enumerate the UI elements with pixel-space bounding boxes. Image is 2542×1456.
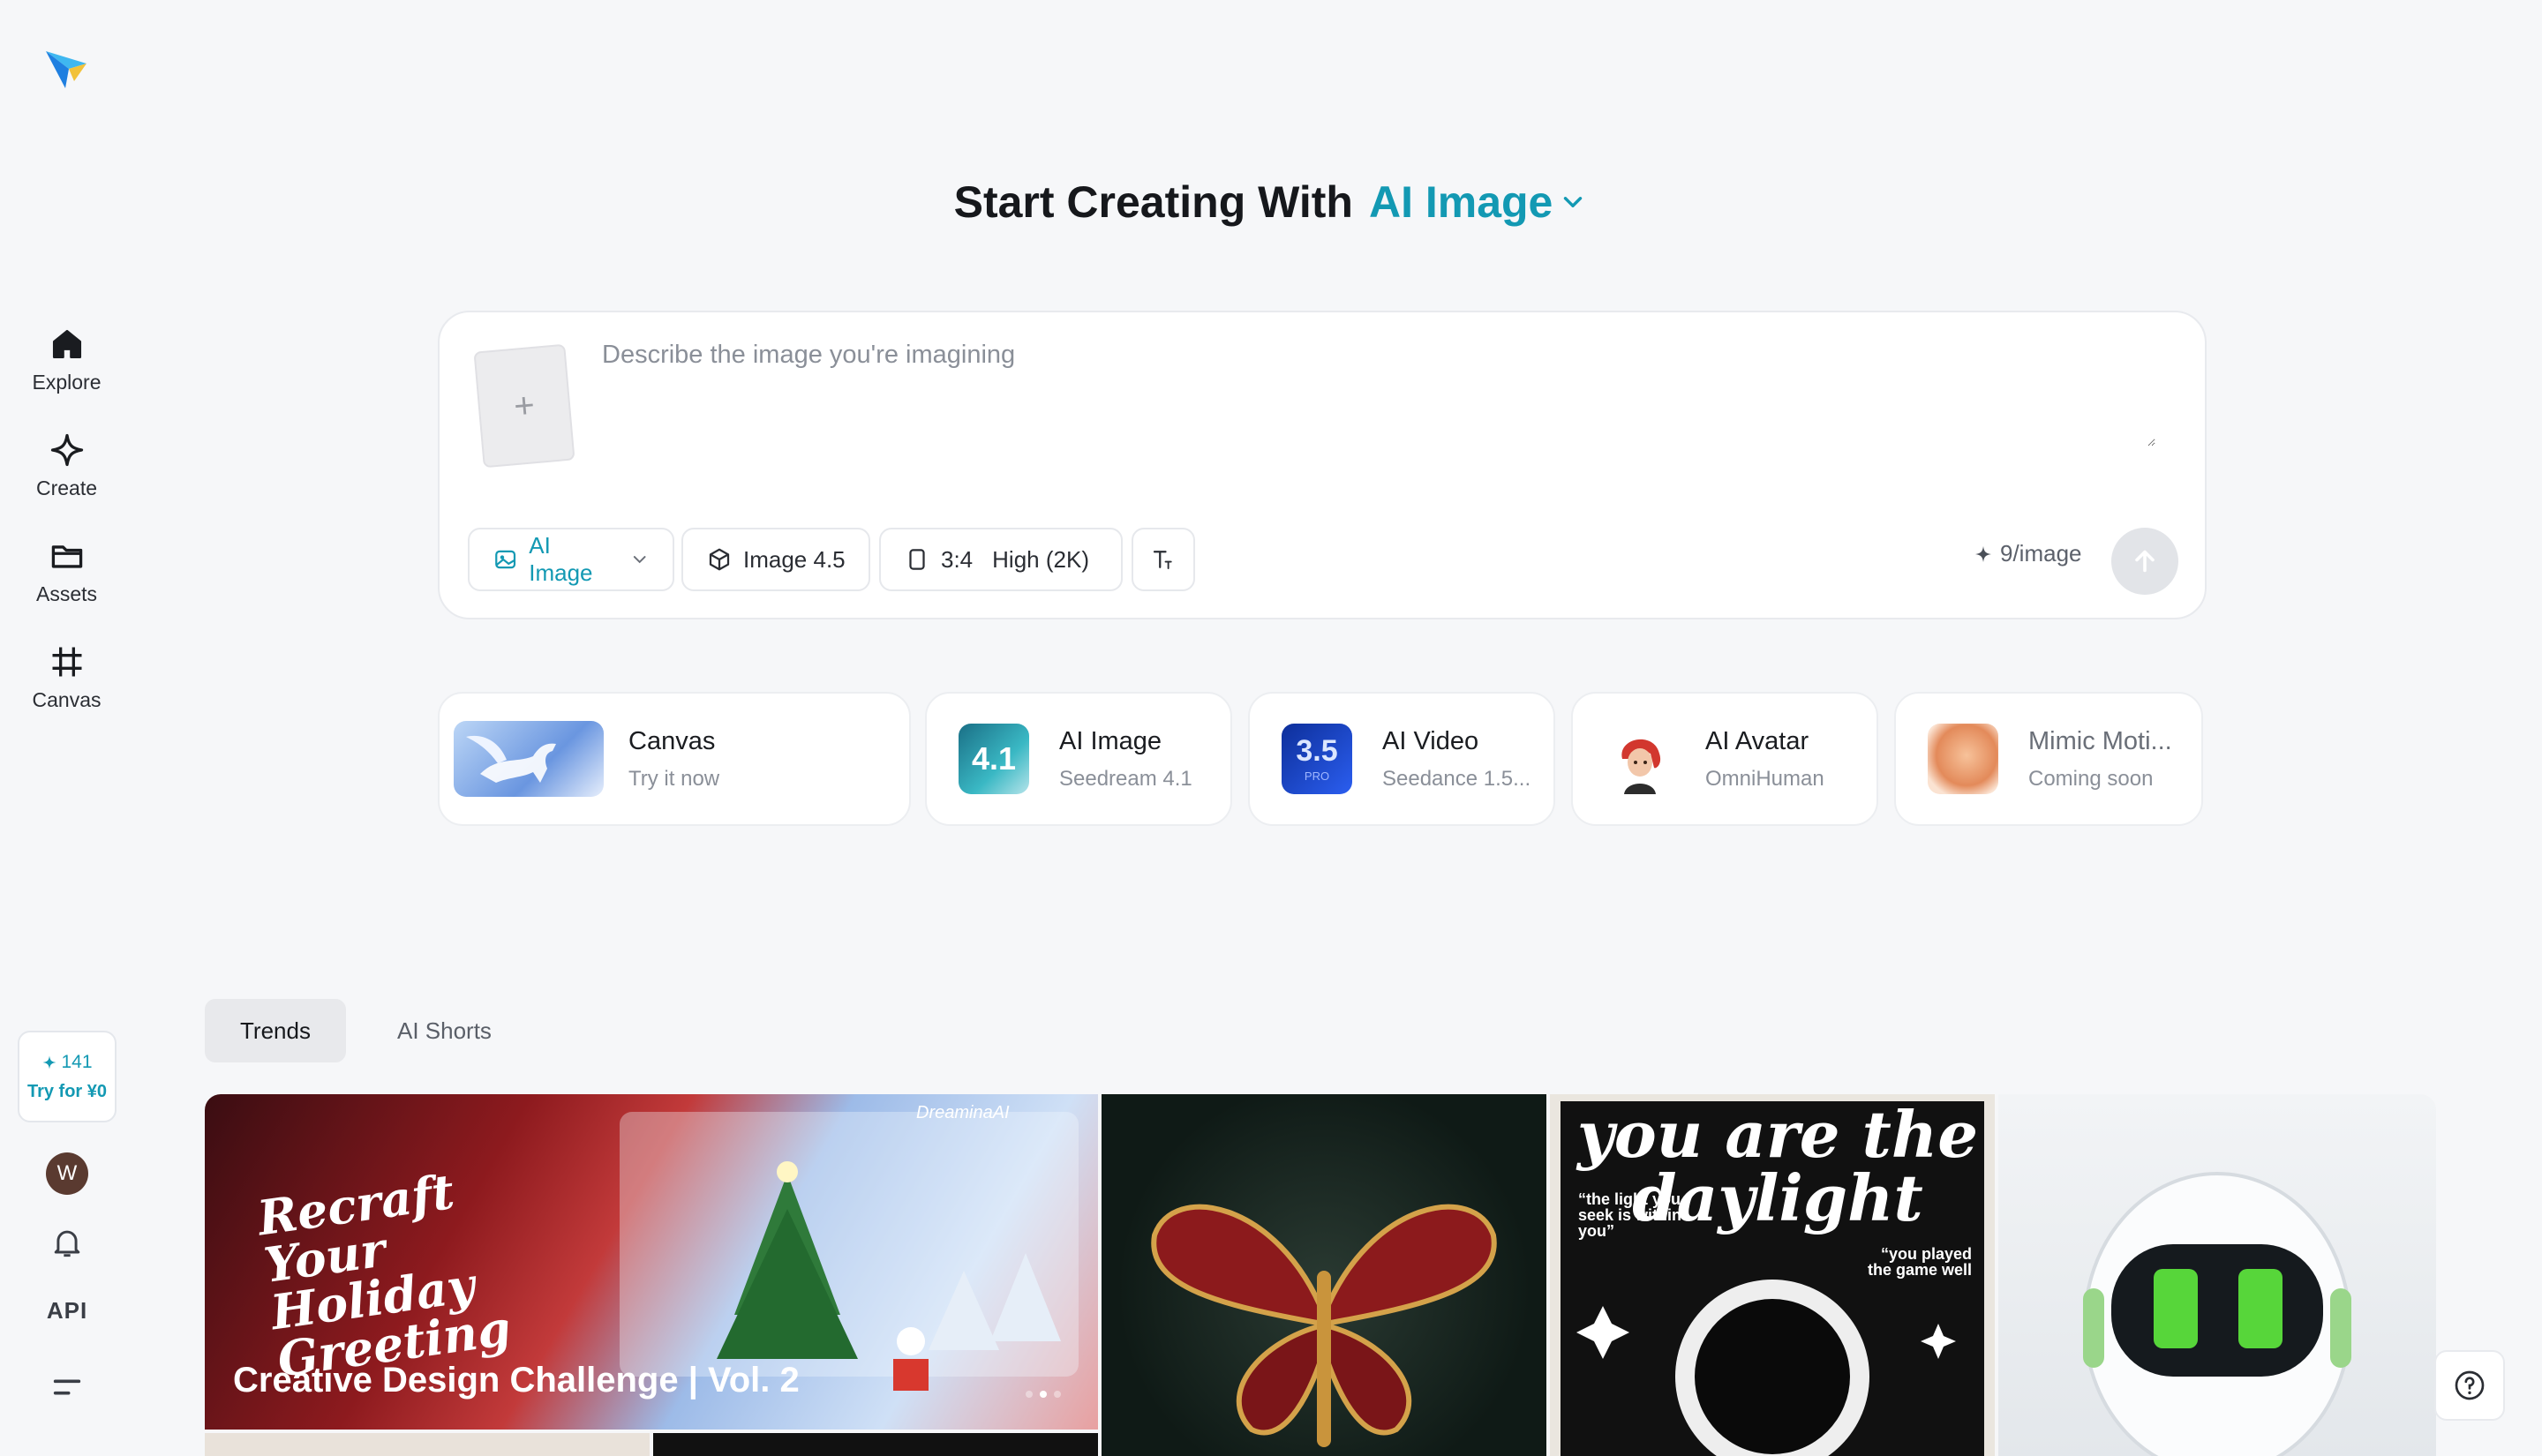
- tool-card-canvas[interactable]: Canvas Try it now: [438, 692, 911, 826]
- version-badge: 3.5: [1296, 733, 1338, 768]
- gallery-thumb[interactable]: [205, 1433, 650, 1456]
- aspect-ratio-icon: [909, 549, 925, 570]
- tab-ai-shorts[interactable]: AI Shorts: [362, 999, 527, 1062]
- tool-subtitle: Seedream 4.1: [1059, 766, 1192, 791]
- mimic-motion-thumbnail: [1928, 724, 1998, 794]
- canvas-thumbnail: [454, 721, 604, 797]
- banner-caption: Creative Design Challenge | Vol. 2: [233, 1361, 800, 1400]
- credits-count: 141: [41, 1051, 93, 1073]
- tool-title: AI Avatar: [1705, 726, 1809, 755]
- upload-reference-button[interactable]: +: [473, 343, 575, 469]
- sidebar-item-label: Create: [35, 477, 98, 499]
- menu-icon: [53, 1379, 81, 1395]
- sidebar-item-label: Assets: [35, 582, 98, 605]
- avatar-character-icon: [1621, 739, 1661, 794]
- ratio-quality-selector[interactable]: 3:4 High (2K): [879, 528, 1123, 591]
- tool-title: AI Image: [1059, 726, 1162, 755]
- chevron-down-icon: [633, 556, 646, 564]
- folder-icon: [51, 545, 82, 568]
- model-chip-label: Image 4.5: [743, 545, 846, 573]
- tool-subtitle: Coming soon: [2028, 766, 2154, 791]
- cube-icon: [709, 548, 730, 571]
- tool-subtitle: Seedance 1.5...: [1382, 766, 1531, 791]
- sidebar-item-explore[interactable]: Explore: [0, 309, 133, 406]
- mode-dropdown[interactable]: AI Image: [468, 528, 674, 591]
- credit-star-icon: [1974, 545, 1992, 562]
- brand-watermark: DreaminaAI: [916, 1103, 1010, 1122]
- credits-box[interactable]: 141 Try for ¥0: [18, 1031, 117, 1122]
- gallery-card-poster[interactable]: you are the daylight “the light you seek…: [1550, 1094, 1995, 1456]
- chevron-down-icon: [1564, 197, 1583, 207]
- eclipse-illustration: [1576, 1280, 1956, 1456]
- mode-selector[interactable]: AI Image: [1369, 176, 1588, 228]
- mode-chip-label: AI Image: [529, 532, 593, 586]
- plus-icon: +: [512, 385, 537, 426]
- tool-card-mimic-motion[interactable]: Mimic Moti... Coming soon: [1894, 692, 2203, 826]
- text-style-button[interactable]: [1132, 528, 1195, 591]
- tool-title: AI Video: [1382, 726, 1479, 755]
- arrow-up-icon: [2135, 550, 2155, 573]
- pro-badge: PRO: [1304, 769, 1330, 783]
- credits-value: 141: [61, 1051, 93, 1072]
- featured-banner[interactable]: Recraft Your Holiday Greeting DreaminaAI…: [205, 1094, 1098, 1430]
- tool-card-ai-video[interactable]: 3.5 PRO AI Video Seedance 1.5...: [1248, 692, 1555, 826]
- cost-label: 9/image: [1974, 540, 2082, 567]
- gallery-thumb[interactable]: [653, 1433, 1098, 1456]
- sparkle-icon: [50, 433, 83, 467]
- bell-icon: [54, 1230, 80, 1257]
- ai-avatar-thumbnail: [1605, 724, 1675, 794]
- banner-script-title: Recraft Your Holiday Greeting: [253, 1162, 515, 1388]
- try-free-link[interactable]: Try for ¥0: [27, 1082, 107, 1102]
- gallery-card-butterfly[interactable]: [1102, 1094, 1546, 1456]
- api-link[interactable]: API: [35, 1297, 99, 1325]
- avatar[interactable]: W: [46, 1152, 88, 1195]
- model-selector[interactable]: Image 4.5: [681, 528, 870, 591]
- mode-label: AI Image: [1368, 177, 1553, 227]
- butterfly-image: [1151, 1204, 1497, 1447]
- help-button[interactable]: [2434, 1350, 2505, 1421]
- credit-star-icon: [42, 1055, 56, 1069]
- crop-icon: [52, 647, 81, 677]
- menu-button[interactable]: [49, 1370, 85, 1405]
- tool-subtitle: Try it now: [628, 766, 720, 791]
- tool-subtitle: OmniHuman: [1705, 766, 1824, 791]
- quality-label: High (2K): [992, 545, 1089, 573]
- page-title: Start Creating With AI Image: [0, 176, 2542, 228]
- sidebar-item-canvas[interactable]: Canvas: [0, 627, 133, 724]
- notifications-button[interactable]: [48, 1223, 86, 1262]
- robot-image: [2083, 1172, 2351, 1456]
- dreamina-logo-icon: [46, 51, 86, 88]
- carousel-dots[interactable]: [1026, 1391, 1061, 1398]
- tool-card-ai-image[interactable]: 4.1 AI Image Seedream 4.1: [925, 692, 1232, 826]
- sidebar-item-assets[interactable]: Assets: [0, 521, 133, 618]
- cost-value: 9/image: [2000, 540, 2082, 567]
- sidebar-item-label: Canvas: [32, 688, 102, 711]
- pegasus-icon: [466, 735, 556, 783]
- prompt-input[interactable]: [602, 341, 2155, 447]
- version-badge: 4.1: [971, 740, 1017, 777]
- sidebar-item-create[interactable]: Create: [0, 415, 133, 512]
- title-prefix: Start Creating With: [953, 177, 1353, 227]
- app-logo[interactable]: [39, 41, 94, 95]
- ai-image-thumbnail: 4.1: [959, 724, 1029, 794]
- help-icon: [2455, 1370, 2485, 1400]
- generate-button[interactable]: [2111, 528, 2178, 595]
- text-format-icon: [1153, 551, 1172, 569]
- home-icon: [52, 329, 81, 359]
- ai-video-thumbnail: 3.5 PRO: [1282, 724, 1352, 794]
- gallery-card-robot[interactable]: [1998, 1094, 2436, 1456]
- tab-trends[interactable]: Trends: [205, 999, 346, 1062]
- tool-title: Canvas: [628, 726, 716, 755]
- ratio-label: 3:4: [941, 545, 974, 573]
- sidebar-item-label: Explore: [32, 371, 102, 394]
- tool-title: Mimic Moti...: [2028, 726, 2172, 755]
- tool-card-ai-avatar[interactable]: AI Avatar OmniHuman: [1571, 692, 1878, 826]
- image-icon: [495, 550, 516, 569]
